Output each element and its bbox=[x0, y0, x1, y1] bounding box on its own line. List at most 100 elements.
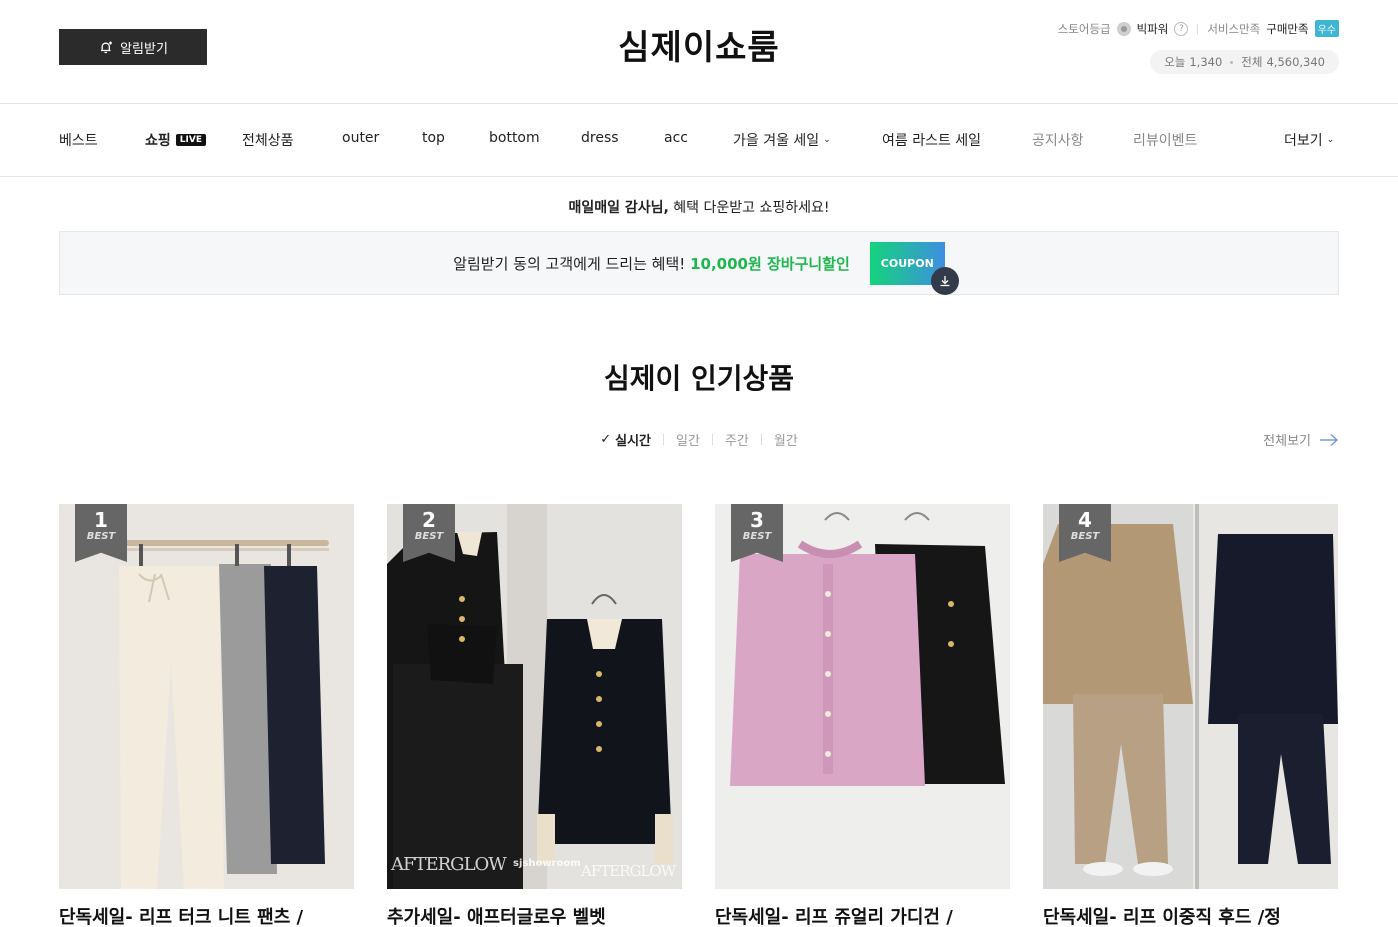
product-card[interactable]: AFTERGLOW sjshowroom AFTERGLOW 2 BEST 추가… bbox=[387, 504, 682, 927]
watermark-text: AFTERGLOW bbox=[391, 854, 507, 875]
best-label: BEST bbox=[1070, 531, 1100, 542]
product-name[interactable]: 단독세일- 리프 이중직 후드 /정 bbox=[1043, 903, 1338, 927]
coupon-button-label: COUPON bbox=[880, 256, 934, 270]
nav-item-label: 가을 겨울 세일 bbox=[733, 133, 820, 149]
notify-button-label: 알림받기 bbox=[120, 40, 168, 56]
live-badge: LIVE bbox=[175, 134, 206, 146]
tab-label: 실시간 bbox=[615, 434, 652, 449]
coupon-description: 알림받기 동의 고객에게 드리는 혜택! bbox=[453, 254, 686, 273]
nav-item-label: dress bbox=[581, 130, 619, 146]
tab-realtime[interactable]: ✓ 실시간 bbox=[588, 430, 663, 449]
nav-more-button[interactable]: 더보기 ⌄ bbox=[1284, 130, 1334, 150]
section-title: 심제이 인기상품 bbox=[603, 362, 795, 395]
chevron-down-icon: ⌄ bbox=[1326, 135, 1335, 145]
visitor-count: 오늘 1,340 전체 4,560,340 bbox=[1150, 50, 1339, 74]
ranking-tabs: ✓ 실시간 일간 주간 월간 bbox=[0, 430, 1398, 449]
today-count: 1,340 bbox=[1189, 55, 1223, 69]
nav-item-label: 여름 라스트 세일 bbox=[882, 133, 982, 149]
help-icon[interactable]: ? bbox=[1174, 21, 1189, 36]
bell-plus-icon bbox=[101, 41, 113, 54]
nav-item-summer-last-sale[interactable]: 여름 라스트 세일 bbox=[882, 130, 981, 150]
today-label: 오늘 bbox=[1164, 55, 1186, 69]
total-label: 전체 bbox=[1241, 55, 1263, 69]
best-label: BEST bbox=[742, 531, 772, 542]
welcome-name: 매일매일 감사님, bbox=[568, 200, 669, 216]
nav-item-fall-winter-sale[interactable]: 가을 겨울 세일 ⌄ bbox=[733, 130, 831, 150]
tab-label: 주간 bbox=[724, 434, 749, 449]
best-label: BEST bbox=[414, 531, 444, 542]
nav-item-review-event[interactable]: 리뷰이벤트 bbox=[1133, 130, 1197, 150]
product-card[interactable]: 4 BEST 단독세일- 리프 이중직 후드 /정 bbox=[1043, 504, 1338, 927]
check-icon: ✓ bbox=[600, 432, 612, 447]
nav-item-label: 공지사항 bbox=[1032, 133, 1084, 149]
store-grade-label: 스토어등급 bbox=[1057, 21, 1111, 36]
nav-more-label: 더보기 bbox=[1284, 133, 1323, 149]
nav-item-acc[interactable]: acc bbox=[664, 130, 688, 146]
rank-number: 2 bbox=[422, 508, 436, 532]
notify-button[interactable]: 알림받기 bbox=[59, 29, 207, 65]
product-photo bbox=[59, 504, 354, 889]
nav-item-label: top bbox=[422, 130, 445, 146]
tab-weekly[interactable]: 주간 bbox=[713, 430, 761, 449]
nav-item-top[interactable]: top bbox=[422, 130, 445, 146]
product-image[interactable]: 3 BEST bbox=[715, 504, 1010, 889]
store-info: 스토어등급 빅파워 ? 서비스만족 구매만족 우수 bbox=[1058, 20, 1339, 37]
nav-item-label: 베스트 bbox=[59, 133, 98, 149]
download-icon bbox=[930, 266, 959, 295]
coupon-highlight: 10,000원 장바구니할인 bbox=[690, 254, 850, 273]
service-label: 서비스만족 bbox=[1207, 21, 1261, 36]
product-name[interactable]: 단독세일- 리프 터크 니트 팬츠 / bbox=[59, 903, 354, 927]
rank-number: 3 bbox=[750, 508, 764, 532]
product-photo bbox=[715, 504, 1010, 889]
chevron-down-icon: ⌄ bbox=[823, 135, 831, 145]
see-all-link[interactable]: 전체보기 bbox=[1263, 430, 1339, 449]
dot-separator bbox=[1230, 60, 1234, 64]
product-image[interactable]: AFTERGLOW sjshowroom AFTERGLOW 2 BEST bbox=[387, 504, 682, 889]
watermark-text: sjshowroom bbox=[513, 858, 581, 869]
nav-item-shopping-live[interactable]: 쇼핑 LIVE bbox=[145, 130, 206, 150]
rank-number: 1 bbox=[94, 508, 108, 532]
watermark-text: AFTERGLOW bbox=[581, 862, 676, 880]
store-grade-value: 빅파워 bbox=[1136, 21, 1169, 36]
rank-number: 4 bbox=[1078, 508, 1092, 532]
nav-item-label: 리뷰이벤트 bbox=[1133, 133, 1198, 149]
product-photo bbox=[387, 504, 682, 889]
tab-monthly[interactable]: 월간 bbox=[762, 430, 810, 449]
nav-item-bottom[interactable]: bottom bbox=[489, 130, 540, 146]
product-photo bbox=[1043, 504, 1338, 889]
nav-item-label: bottom bbox=[489, 130, 540, 146]
tab-daily[interactable]: 일간 bbox=[664, 430, 712, 449]
nav-item-outer[interactable]: outer bbox=[342, 130, 379, 146]
purchase-badge: 우수 bbox=[1314, 20, 1339, 37]
coupon-text: 알림받기 동의 고객에게 드리는 혜택! 10,000원 장바구니할인 bbox=[453, 253, 850, 274]
product-card[interactable]: 3 BEST 단독세일- 리프 쥬얼리 가디건 / bbox=[715, 504, 1010, 927]
total-count: 4,560,340 bbox=[1266, 55, 1325, 69]
nav-item-label: 쇼핑 bbox=[145, 133, 171, 149]
welcome-message: 매일매일 감사님, 혜택 다운받고 쇼핑하세요! bbox=[0, 197, 1398, 217]
product-name[interactable]: 단독세일- 리프 쥬얼리 가디건 / bbox=[715, 903, 1010, 927]
coupon-banner: 알림받기 동의 고객에게 드리는 혜택! 10,000원 장바구니할인 COUP… bbox=[59, 231, 1339, 295]
nav-item-label: acc bbox=[664, 130, 688, 146]
nav-item-label: outer bbox=[342, 130, 380, 146]
nav-item-best[interactable]: 베스트 bbox=[59, 130, 98, 150]
tab-label: 일간 bbox=[676, 434, 700, 449]
product-image[interactable]: 1 BEST bbox=[59, 504, 354, 889]
tab-label: 월간 bbox=[773, 434, 798, 449]
divider bbox=[1197, 23, 1199, 34]
product-name[interactable]: 추가세일- 애프터글로우 벨벳 bbox=[387, 903, 682, 927]
arrow-right-icon bbox=[1320, 433, 1339, 446]
header: 알림받기 심제이쇼룸 스토어등급 빅파워 ? 서비스만족 구매만족 우수 오늘 … bbox=[0, 0, 1398, 104]
medal-icon bbox=[1116, 21, 1131, 36]
purchase-label: 구매만족 bbox=[1266, 21, 1309, 36]
nav-item-dress[interactable]: dress bbox=[581, 130, 619, 146]
welcome-text: 혜택 다운받고 쇼핑하세요! bbox=[668, 200, 830, 216]
coupon-download-button[interactable]: COUPON bbox=[869, 241, 959, 295]
nav-item-all-products[interactable]: 전체상품 bbox=[242, 130, 294, 150]
main-nav: 베스트 쇼핑 LIVE 전체상품 outer top bottom dress … bbox=[0, 104, 1398, 177]
product-image[interactable]: 4 BEST bbox=[1043, 504, 1338, 889]
nav-item-notice[interactable]: 공지사항 bbox=[1032, 130, 1084, 150]
best-label: BEST bbox=[86, 531, 116, 542]
see-all-label: 전체보기 bbox=[1263, 434, 1311, 449]
product-card[interactable]: 1 BEST 단독세일- 리프 터크 니트 팬츠 / bbox=[59, 504, 354, 927]
nav-item-label: 전체상품 bbox=[242, 133, 294, 149]
